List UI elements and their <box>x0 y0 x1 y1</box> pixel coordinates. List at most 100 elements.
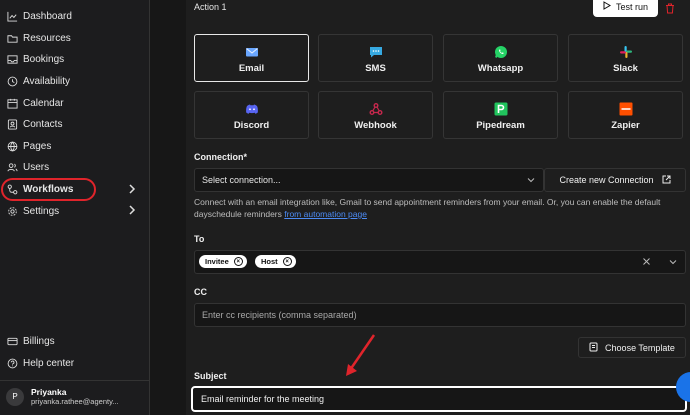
sidebar-item-label: Dashboard <box>23 11 72 23</box>
connection-hint: Connect with an email integration like, … <box>194 196 664 220</box>
sidebar-item-availability[interactable]: Availability <box>0 71 150 93</box>
clear-icon[interactable] <box>642 257 651 268</box>
subject-value: Email reminder for the meeting <box>201 394 325 404</box>
cc-input[interactable]: Enter cc recipients (comma separated) <box>194 303 686 327</box>
delete-icon[interactable] <box>665 1 675 19</box>
sidebar-item-resources[interactable]: Resources <box>0 28 150 50</box>
sidebar-item-label: Contacts <box>23 119 63 131</box>
connection-select-value: Select connection... <box>202 175 281 185</box>
channel-label: Discord <box>233 120 270 131</box>
sidebar-item-help-center[interactable]: Help center <box>0 353 150 375</box>
chip-label: Invitee <box>205 257 229 266</box>
gear-icon <box>6 205 18 217</box>
play-icon <box>603 1 611 12</box>
user-profile[interactable]: P Priyanka priyanka.rathee@agenty... <box>6 387 119 406</box>
chip-label: Host <box>261 257 278 266</box>
chevron-right-icon <box>128 205 136 218</box>
email-icon <box>245 45 259 59</box>
external-link-icon <box>662 175 671 186</box>
chart-icon <box>6 11 18 23</box>
channel-label: SMS <box>365 63 386 74</box>
template-icon <box>589 342 598 354</box>
slack-icon <box>619 45 633 59</box>
calendar-icon <box>6 97 18 109</box>
sidebar-item-dashboard[interactable]: Dashboard <box>0 6 150 28</box>
channel-label: Email <box>238 63 265 74</box>
channel-slack[interactable]: Slack <box>568 34 683 82</box>
annotation-highlight-ring <box>1 178 96 201</box>
channel-webhook[interactable]: Webhook <box>318 91 433 139</box>
subject-input[interactable]: Email reminder for the meeting <box>191 386 687 412</box>
app: Dashboard Resources Bookings Availabilit… <box>0 0 690 415</box>
sidebar-item-users[interactable]: Users <box>0 157 150 179</box>
contact-icon <box>6 119 18 131</box>
channel-zapier[interactable]: Zapier <box>568 91 683 139</box>
folder-icon <box>6 32 18 44</box>
annotation-arrow <box>346 334 376 376</box>
zapier-icon <box>619 102 633 116</box>
channel-label: Pipedream <box>476 120 525 131</box>
sidebar-item-calendar[interactable]: Calendar <box>0 92 150 114</box>
inbox-icon <box>6 54 18 66</box>
sidebar-item-bookings[interactable]: Bookings <box>0 49 150 71</box>
channel-label: Zapier <box>611 120 640 131</box>
channel-label: Whatsapp <box>477 63 524 74</box>
connection-hint-text: Connect with an email integration like, … <box>194 197 661 219</box>
card-icon <box>6 336 18 348</box>
sidebar-item-billings[interactable]: Billings <box>0 331 150 353</box>
test-run-button[interactable]: Test run <box>593 0 658 17</box>
action-title: Action 1 <box>194 2 227 12</box>
to-label: To <box>194 234 205 244</box>
sms-icon <box>369 45 383 59</box>
whatsapp-icon <box>494 45 508 59</box>
clock-icon <box>6 76 18 88</box>
sidebar-item-contacts[interactable]: Contacts <box>0 114 150 136</box>
channel-whatsapp[interactable]: Whatsapp <box>443 34 558 82</box>
recipient-chip-invitee[interactable]: Invitee × <box>199 255 247 268</box>
globe-icon <box>6 140 18 152</box>
remove-chip-icon[interactable]: × <box>282 257 292 266</box>
channel-label: Slack <box>613 63 638 74</box>
create-connection-button[interactable]: Create new Connection <box>544 168 686 192</box>
sidebar-item-label: Help center <box>23 357 75 369</box>
create-connection-label: Create new Connection <box>559 175 654 185</box>
choose-template-label: Choose Template <box>605 342 675 353</box>
sidebar-item-label: Availability <box>23 76 71 88</box>
cc-placeholder: Enter cc recipients (comma separated) <box>202 310 357 320</box>
sidebar-item-label: Calendar <box>23 97 64 109</box>
chevron-down-icon <box>527 176 535 186</box>
choose-template-button[interactable]: Choose Template <box>578 337 686 358</box>
webhook-icon <box>369 102 383 116</box>
avatar: P <box>6 387 24 406</box>
help-icon <box>6 357 18 369</box>
pipedream-icon <box>494 102 508 116</box>
sidebar-item-label: Settings <box>23 205 60 217</box>
users-icon <box>6 162 18 174</box>
channel-sms[interactable]: SMS <box>318 34 433 82</box>
connection-label: Connection* <box>194 152 247 162</box>
sidebar-item-pages[interactable]: Pages <box>0 136 150 158</box>
sidebar-bottom-nav: Billings Help center <box>0 331 150 374</box>
sidebar-item-label: Billings <box>23 336 55 348</box>
channel-pipedream[interactable]: Pipedream <box>443 91 558 139</box>
remove-chip-icon[interactable]: × <box>233 257 243 266</box>
sidebar-item-label: Pages <box>23 140 52 152</box>
sidebar-divider <box>0 380 150 381</box>
automation-page-link[interactable]: from automation page <box>284 209 367 219</box>
channel-label: Webhook <box>354 120 397 131</box>
sidebar: Dashboard Resources Bookings Availabilit… <box>0 0 150 415</box>
chevron-right-icon <box>128 184 136 197</box>
channel-email[interactable]: Email <box>194 34 309 82</box>
user-name: Priyanka <box>31 387 67 397</box>
chevron-down-icon[interactable] <box>669 258 677 268</box>
discord-icon <box>245 102 259 116</box>
sidebar-item-label: Bookings <box>23 54 65 66</box>
channel-discord[interactable]: Discord <box>194 91 309 139</box>
sidebar-item-label: Resources <box>23 32 71 44</box>
sidebar-item-settings[interactable]: Settings <box>0 200 150 222</box>
sidebar-item-label: Users <box>23 162 50 174</box>
connection-select[interactable]: Select connection... <box>194 168 544 192</box>
test-run-label: Test run <box>615 1 648 12</box>
recipient-chip-host[interactable]: Host × <box>255 255 296 268</box>
user-email: priyanka.rathee@agenty... <box>31 397 119 406</box>
